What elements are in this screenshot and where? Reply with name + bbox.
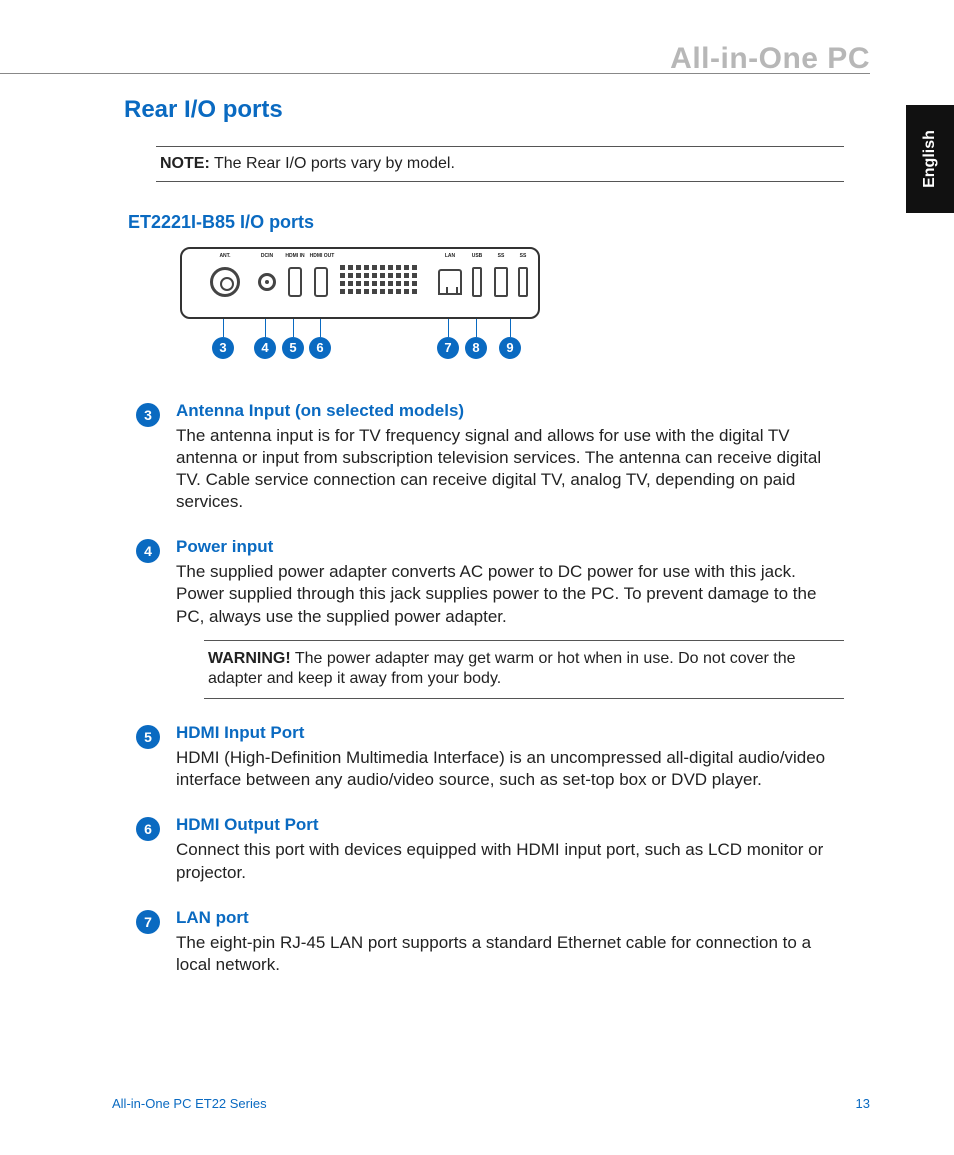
item-title: Power input <box>176 537 844 557</box>
leader-3 <box>223 319 224 337</box>
item-badge: 5 <box>136 725 160 749</box>
warning-box: WARNING! The power adapter may get warm … <box>204 640 844 700</box>
leader-6 <box>320 319 321 337</box>
item-text: The eight-pin RJ-45 LAN port supports a … <box>176 932 844 976</box>
lan-port-icon <box>438 269 462 295</box>
item-5: 5 HDMI Input Port HDMI (High-Definition … <box>124 723 844 791</box>
item-title: HDMI Input Port <box>176 723 844 743</box>
hdmi-out-port-icon <box>314 267 328 297</box>
leader-9 <box>510 319 511 337</box>
footer-page-number: 13 <box>856 1096 870 1111</box>
item-badge: 7 <box>136 910 160 934</box>
item-title: HDMI Output Port <box>176 815 844 835</box>
callout-badge-7: 7 <box>437 337 459 359</box>
callout-badge-4: 4 <box>254 337 276 359</box>
item-title: Antenna Input (on selected models) <box>176 401 844 421</box>
dc-jack-icon <box>258 273 276 291</box>
port-label-hdmi-out: HDMI OUT <box>310 253 335 259</box>
brand-title: All-in-One PC <box>670 42 870 76</box>
item-7: 7 LAN port The eight-pin RJ-45 LAN port … <box>124 908 844 976</box>
callout-badge-8: 8 <box>465 337 487 359</box>
port-label-ant: ANT. <box>219 253 230 259</box>
item-text: HDMI (High-Definition Multimedia Interfa… <box>176 747 844 791</box>
page-footer: All-in-One PC ET22 Series 13 <box>112 1096 870 1111</box>
item-text: The antenna input is for TV frequency si… <box>176 425 844 513</box>
port-label-usb: USB <box>472 253 483 259</box>
leader-4 <box>265 319 266 337</box>
callout-leaders: 3 4 5 6 7 8 9 <box>180 319 540 367</box>
io-diagram: ANT. DCIN HDMI IN HDMI OUT LAN USB SS SS <box>180 247 540 367</box>
item-3: 3 Antenna Input (on selected models) The… <box>124 401 844 513</box>
vent-grille-icon <box>340 265 424 299</box>
hdmi-in-port-icon <box>288 267 302 297</box>
usb3-port-a-icon <box>494 267 508 297</box>
port-label-dc: DCIN <box>261 253 273 259</box>
note-box: NOTE: The Rear I/O ports vary by model. <box>156 146 844 182</box>
leader-7 <box>448 319 449 337</box>
antenna-port-icon <box>210 267 240 297</box>
note-label: NOTE: <box>160 155 210 172</box>
usb2-port-icon <box>472 267 482 297</box>
warning-label: WARNING! <box>208 650 291 667</box>
item-title: LAN port <box>176 908 844 928</box>
port-label-ss1: SS <box>498 253 505 259</box>
item-badge: 4 <box>136 539 160 563</box>
item-badge: 3 <box>136 403 160 427</box>
callout-badge-5: 5 <box>282 337 304 359</box>
item-badge: 6 <box>136 817 160 841</box>
port-label-lan: LAN <box>445 253 455 259</box>
sub-title: ET2221I-B85 I/O ports <box>128 212 844 233</box>
port-label-ss2: SS <box>520 253 527 259</box>
language-tab: English <box>906 105 954 213</box>
page-title: Rear I/O ports <box>124 96 844 124</box>
language-tab-label: English <box>921 130 939 188</box>
usb3-port-b-icon <box>518 267 528 297</box>
leader-8 <box>476 319 477 337</box>
item-4: 4 Power input The supplied power adapter… <box>124 537 844 699</box>
page-content: Rear I/O ports NOTE: The Rear I/O ports … <box>124 96 844 1000</box>
footer-left: All-in-One PC ET22 Series <box>112 1096 267 1111</box>
leader-5 <box>293 319 294 337</box>
io-panel: ANT. DCIN HDMI IN HDMI OUT LAN USB SS SS <box>180 247 540 319</box>
warning-text: The power adapter may get warm or hot wh… <box>208 650 796 688</box>
item-text: The supplied power adapter converts AC p… <box>176 561 844 627</box>
port-label-hdmi-in: HDMI IN <box>285 253 304 259</box>
callout-badge-9: 9 <box>499 337 521 359</box>
callout-badge-6: 6 <box>309 337 331 359</box>
item-text: Connect this port with devices equipped … <box>176 839 844 883</box>
item-6: 6 HDMI Output Port Connect this port wit… <box>124 815 844 883</box>
callout-badge-3: 3 <box>212 337 234 359</box>
note-text: The Rear I/O ports vary by model. <box>210 155 455 172</box>
